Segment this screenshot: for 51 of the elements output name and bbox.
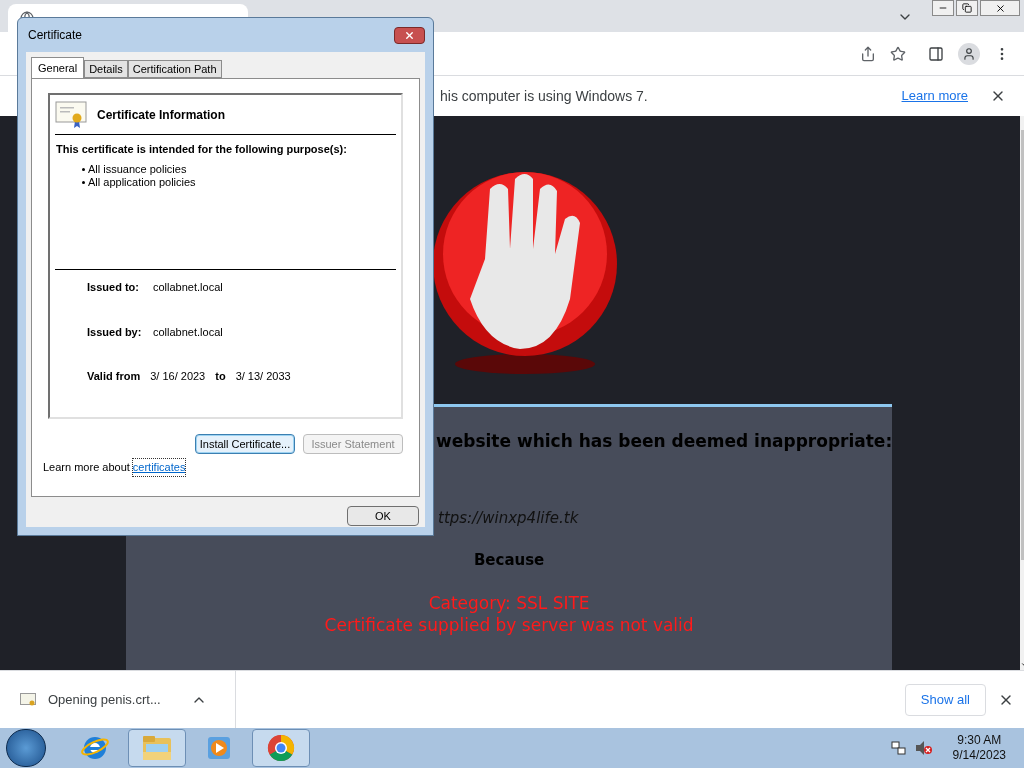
policy-item: All application policies: [88, 175, 196, 189]
purpose-heading: This certificate is intended for the following purpose(s):: [56, 142, 348, 157]
clock-time: 9:30 AM: [957, 733, 1002, 748]
show-all-button[interactable]: Show all: [904, 683, 986, 716]
info-message: his computer is using Windows 7.: [440, 86, 649, 106]
learn-more-text: Learn more about: [43, 460, 130, 475]
policy-item: All issuance policies: [88, 162, 187, 176]
field-label: Issued by:: [87, 324, 143, 340]
start-button[interactable]: [6, 729, 46, 767]
bullet-icon: [82, 167, 85, 171]
restore-button[interactable]: [956, 0, 978, 16]
dialog-button[interactable]: Install Certificate...: [195, 434, 295, 454]
message-heading: website which has been deemed inappropriate:: [436, 430, 893, 453]
field-value: collabnet.local: [153, 280, 223, 295]
chrome-icon: [266, 733, 296, 763]
certificate-icon: [55, 100, 87, 129]
dialog-tab[interactable]: Details: [84, 60, 128, 78]
because-label: Because: [473, 550, 545, 571]
certificates-link[interactable]: certificates: [132, 459, 186, 476]
dialog-tab[interactable]: Certification Path: [127, 60, 222, 78]
muted-speaker-icon[interactable]: [914, 740, 933, 756]
network-icon[interactable]: [890, 740, 907, 756]
field-label: Valid from: [87, 369, 141, 384]
close-icon: [994, 2, 1006, 14]
profile-icon[interactable]: [958, 42, 980, 65]
play-icon: [206, 735, 232, 761]
taskbar-app[interactable]: [252, 729, 310, 767]
star-icon[interactable]: [890, 45, 906, 62]
field-value: collabnet.local: [153, 324, 223, 340]
field-value: 3/ 16/ 2023: [150, 369, 206, 384]
close-button[interactable]: [394, 26, 425, 44]
restore-icon: [962, 3, 972, 13]
field-label: to: [215, 369, 226, 384]
share-icon[interactable]: [860, 45, 876, 62]
clock-date: 9/14/2023: [952, 748, 1006, 763]
dialog-title: Certificate: [28, 27, 83, 44]
dialog-tab[interactable]: General: [31, 57, 85, 78]
certificate-file-icon: [20, 692, 36, 707]
bullet-icon: [82, 180, 85, 184]
download-name: Opening penis.crt...: [48, 690, 161, 709]
folder-icon: [141, 734, 173, 762]
side-panel-icon[interactable]: [928, 45, 944, 62]
ok-button[interactable]: OK: [347, 506, 419, 526]
field-label: Issued to:: [87, 280, 140, 295]
blocked-url: ttps://winxp4life.tk: [438, 507, 580, 529]
block-reason: Certificate supplied by server was not valid: [324, 613, 694, 636]
info-title: Certificate Information: [97, 106, 225, 124]
field-value: 3/ 13/ 2033: [235, 369, 291, 384]
block-reason: Category: SSL SITE: [428, 591, 590, 614]
learn-more-link[interactable]: Learn more: [901, 86, 968, 106]
close-icon: [404, 29, 415, 41]
